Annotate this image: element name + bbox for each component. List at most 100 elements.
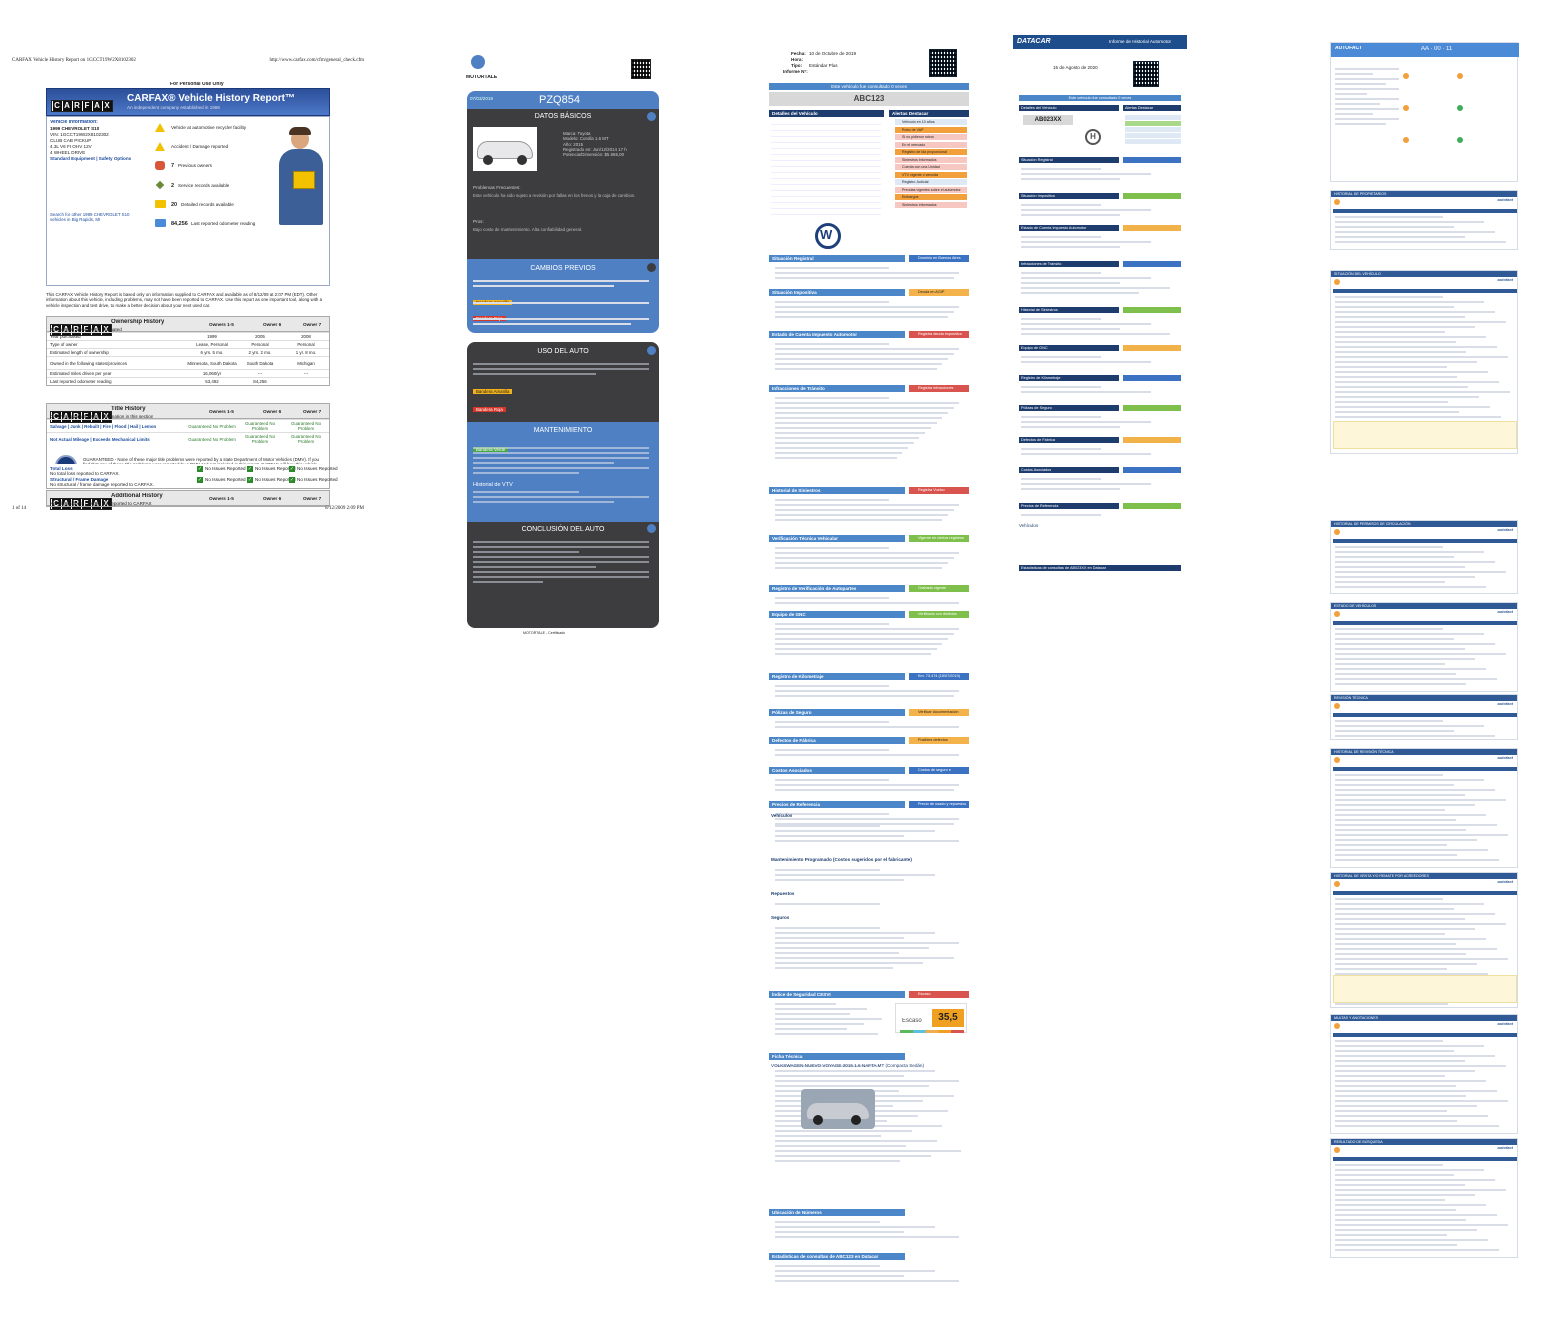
report-title: CARFAX® Vehicle History Report™ xyxy=(127,93,295,104)
section-status-badge: Precio de usado y repuestos xyxy=(909,801,969,808)
section-header: Registro de Verificación de Autopartes xyxy=(769,585,905,592)
honda-logo: H xyxy=(1085,129,1101,145)
carfax-logo: CARFAX xyxy=(51,100,113,112)
report-subtitle: An independent company established in 19… xyxy=(127,105,220,110)
detalles-header: Detalles del Vehículo xyxy=(769,110,884,117)
ab2-status-badge xyxy=(1123,437,1181,443)
col-head: Owners 1-5 xyxy=(209,322,234,327)
af-section-card: SITUACIÓN DEL VEHÍCULO autofact xyxy=(1330,270,1518,454)
section-header: Precios de Referencia xyxy=(769,801,905,808)
ab2-status-badge xyxy=(1123,157,1181,163)
problems-text: Este vehículo ha sido sujeto a revisión … xyxy=(473,193,636,198)
ab2-section-content xyxy=(1021,269,1181,297)
af-section-title: REVISIÓN TÉCNICA xyxy=(1331,695,1517,701)
ab2-section-content xyxy=(1021,511,1181,519)
section-content xyxy=(775,394,965,462)
pros-text: Bajo costo de mantenimiento. Alta confia… xyxy=(473,227,583,232)
section-header: Estado de Cuenta Impuesto Automotor xyxy=(769,331,905,338)
highlight-num: 2 xyxy=(171,183,175,189)
vehicle-line: 4.3L V6 FI OHV 12V xyxy=(50,144,92,149)
fecha-label: Fecha: xyxy=(791,51,806,56)
ownership-title: Ownership History xyxy=(111,319,165,325)
ab2-status-badge xyxy=(1123,345,1181,351)
ab2-section-header: Historial de Siniestros xyxy=(1019,307,1119,313)
ab2-status-badge xyxy=(1123,405,1181,411)
ab2-section-header: Pólizas de Seguro xyxy=(1019,405,1119,411)
car-photo xyxy=(801,1089,875,1129)
ab2-section-content xyxy=(1021,315,1181,338)
section-status-badge: Verificado con distintos registros xyxy=(909,611,969,623)
col-head: Owner 7 xyxy=(303,322,322,327)
datacar-logo: DATACAR xyxy=(1017,38,1051,45)
highlight-text: Detailed records available xyxy=(181,202,234,207)
section-status-badge: Verificar documentación xyxy=(909,709,969,716)
autofact-logo: autofact xyxy=(1497,1146,1513,1150)
indice-value: 35,5 xyxy=(932,1009,964,1027)
ab2-section-header: Equipo de GNC xyxy=(1019,345,1119,351)
ab2-alert-list xyxy=(1125,115,1181,149)
equipment-links[interactable]: Standard Equipment | Safety Options xyxy=(50,156,131,161)
highlight-num: 7 xyxy=(171,163,175,169)
vehiculos-header: Vehículos xyxy=(771,813,793,818)
af-section-card: REVISIÓN TÉCNICA autofact xyxy=(1330,694,1518,740)
col-head: Owners 1-5 xyxy=(209,496,234,501)
af-section-title: HISTORIAL DE PROPIETARIOS xyxy=(1331,191,1517,197)
section-header: Costos Asociados xyxy=(769,767,905,774)
af-section-card: HISTORIAL DE REVISIÓN TÉCNICA autofact xyxy=(1330,748,1518,868)
motortale-report: MOTORTALE 07/03/2019 PZQ854 DATOS BÁSICO… xyxy=(463,55,659,635)
volkswagen-logo: W xyxy=(815,223,841,249)
repuestos-content xyxy=(775,900,965,908)
search-link[interactable]: Search for other 1999 CHEVROLET S10 vehi… xyxy=(50,212,140,223)
ab2-detalles: Detalles del Vehículo xyxy=(1019,105,1119,111)
table-row: Type of owner Lease, Personal Personal Pers… xyxy=(47,340,329,348)
section-status-badge: Vigente en ciertos registros xyxy=(909,535,969,542)
vehicle-line: VIN: 1GCCT19W2X8102302 xyxy=(50,132,109,137)
autofact-logo: AUTOFACT xyxy=(1335,46,1363,51)
consult-bar: Este vehículo fue consultado 0 veces xyxy=(769,83,969,90)
ab2-alertas: Alertas Destacar xyxy=(1123,105,1181,111)
ab2-section-header: Situación Impositiva xyxy=(1019,193,1119,199)
table-row: Not Actual Mileage | Exceeds Mechanical … xyxy=(47,432,329,445)
carfax-title-band: CARFAX CARFAX® Vehicle History Report™ A… xyxy=(46,88,330,116)
ab2-section-content xyxy=(1021,475,1181,493)
seguros-content xyxy=(775,924,965,972)
highlight-num: 20 xyxy=(171,202,178,208)
col-head: Owner 6 xyxy=(263,496,282,501)
report-date: 07/03/2019 xyxy=(470,96,493,101)
section-status-badge: Km. 73.474 (15/07/2019) xyxy=(909,673,969,680)
mantenimiento-title: MANTENIMIENTO xyxy=(533,427,593,434)
hora-label: Hora: xyxy=(791,57,803,62)
af-section-icon xyxy=(1334,529,1340,535)
estadisticas-header: Estadísticas de consultas de ABC123 en D… xyxy=(769,1253,905,1260)
af-section-icon xyxy=(1334,757,1340,763)
consult-bar: Este vehículo fue consultado 0 veces xyxy=(1019,95,1181,101)
records-icon xyxy=(155,200,166,208)
af-section-content xyxy=(1335,213,1515,246)
qr-code xyxy=(1133,61,1159,87)
datos-line: Potencia/Dimensión: $5.555,00 xyxy=(563,152,625,158)
uso-card: USO DEL AUTO Bandera Amarilla Bandera Ro… xyxy=(467,342,659,628)
af-section-content xyxy=(1335,543,1515,591)
indice-header: Índice de Seguridad CESVI xyxy=(769,991,905,998)
table-row: Year purchased 1999 2005 2008 xyxy=(47,332,329,340)
col-head: Owner 7 xyxy=(303,496,322,501)
highlight-text: Accident / Damage reported xyxy=(171,144,229,149)
af-section-card: HISTORIAL DE PROPIETARIOS autofact xyxy=(1330,190,1518,250)
highlight-text: Vehicle at automotive recycler facility xyxy=(171,125,247,130)
car-photo xyxy=(473,127,537,171)
alertas-header: Alertas Destacar xyxy=(889,110,969,117)
page-header-left: CARFAX Vehicle History Report on 1GCCT19… xyxy=(12,58,136,63)
af-section-title: HISTORIAL DE PERMISOS DE CIRCULACIÓN xyxy=(1331,521,1517,527)
section-status-badge: Posibles defectos xyxy=(909,737,969,744)
alert-item: Embargos xyxy=(895,194,967,200)
vehicle-line: CLUB CAB PICKUP xyxy=(50,138,92,143)
vehicle-line: 4 WHEEL DRIVE xyxy=(50,150,86,155)
uso-title: USO DEL AUTO xyxy=(537,348,589,355)
alert-item: Robo de VAP xyxy=(895,126,967,133)
section-header: Registro de Kilometraje xyxy=(769,673,905,680)
ab2-section-content xyxy=(1021,353,1181,366)
odometer-icon xyxy=(155,219,166,227)
page-header-url[interactable]: http://www.carfax.com/cfm/general_check.… xyxy=(270,58,365,63)
page-footer-right: 8/12/2009 2:09 PM xyxy=(325,506,364,511)
mechanic-photo xyxy=(275,125,327,225)
